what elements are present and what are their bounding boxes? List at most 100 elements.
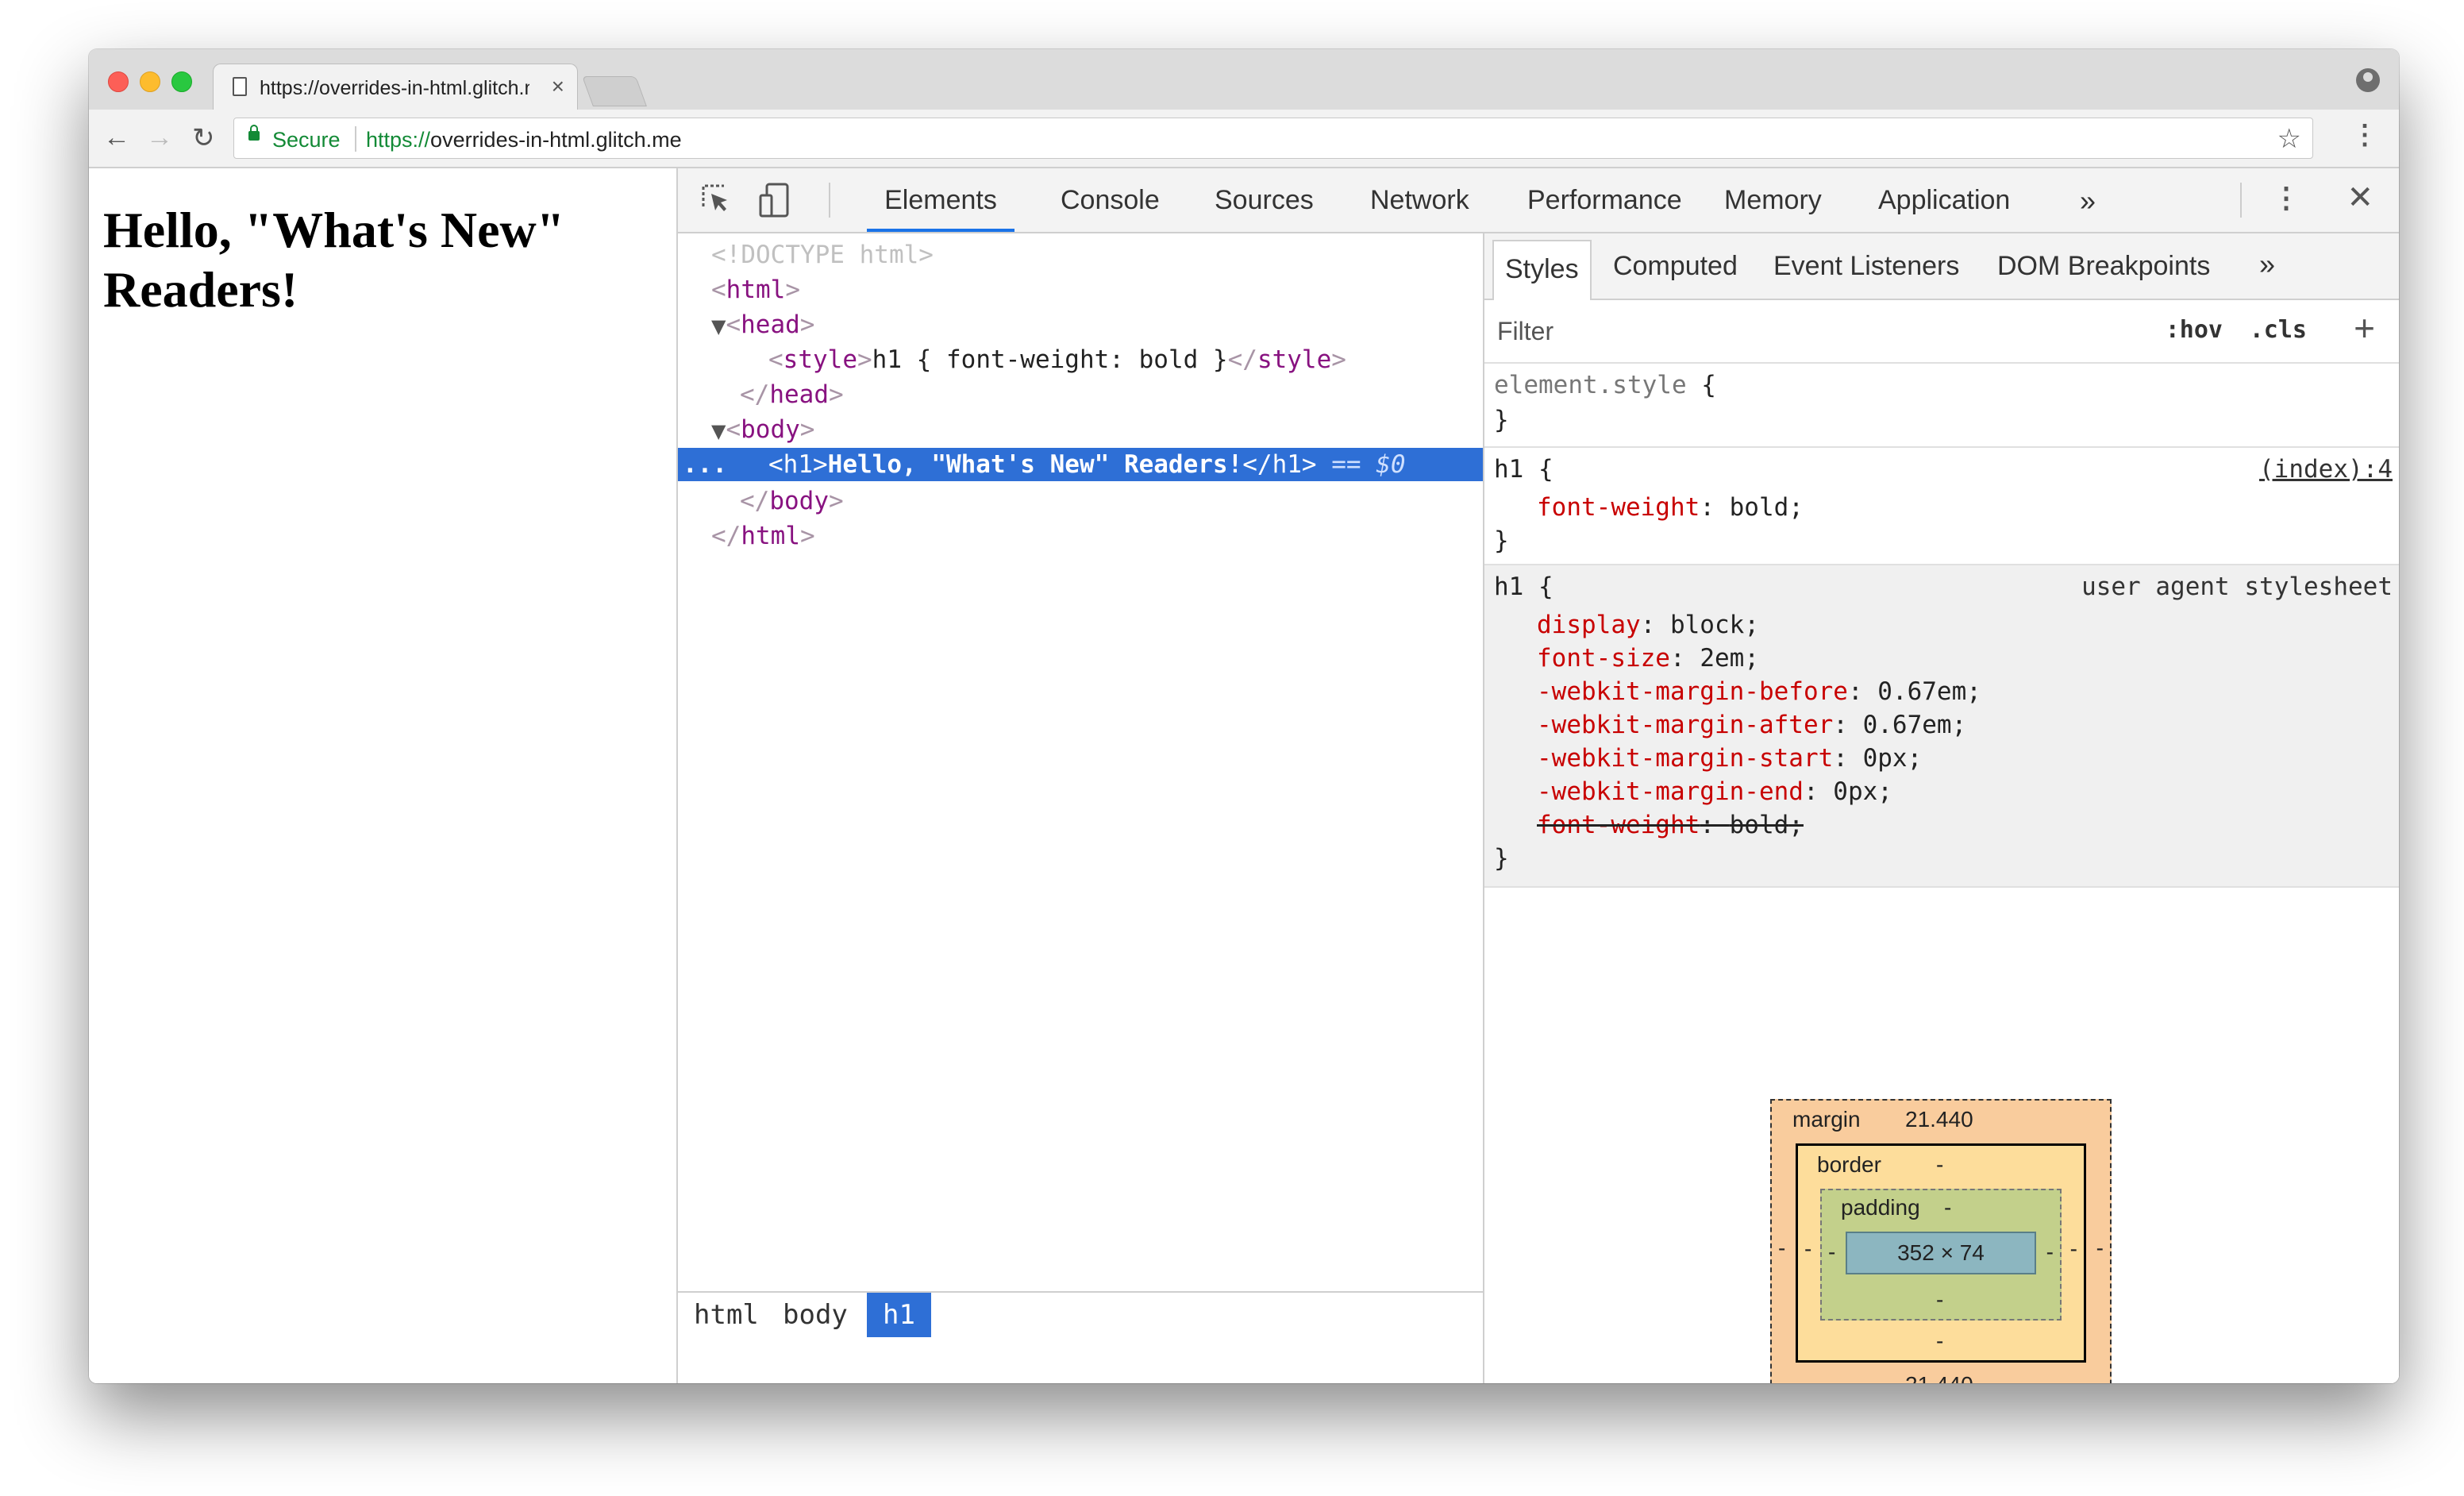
inspect-element-icon[interactable] <box>700 183 732 214</box>
box-model-margin-right[interactable]: - <box>2096 1236 2104 1261</box>
css-property-name: display <box>1537 611 1641 639</box>
new-rule-icon[interactable]: + <box>2354 307 2375 349</box>
new-tab-button[interactable] <box>582 76 647 106</box>
tab-strip: https://overrides-in-html.glitch.me × <box>89 49 2399 110</box>
node-actions-icon[interactable]: ... <box>683 448 727 481</box>
tab-network[interactable]: Network <box>1370 168 1469 232</box>
class-toggle[interactable]: .cls <box>2250 316 2307 344</box>
h1-user-agent-rule[interactable]: h1 { user agent stylesheet display: bloc… <box>1484 565 2399 888</box>
box-model-padding-right[interactable]: - <box>2046 1240 2054 1265</box>
browser-tab[interactable]: https://overrides-in-html.glitch.me × <box>213 64 578 110</box>
css-property-value: 0.67em <box>1862 711 1952 739</box>
css-property[interactable]: -webkit-margin-before: 0.67em; <box>1537 675 1981 708</box>
box-model-content[interactable]: 352 × 74 <box>1846 1232 2036 1274</box>
css-property-overridden[interactable]: font-weight: bold; <box>1537 808 1804 842</box>
rule-selector-line: h1 { <box>1494 573 1553 601</box>
tab-styles[interactable]: Styles <box>1492 240 1592 300</box>
close-window-button[interactable] <box>108 71 129 92</box>
box-model-padding-bottom[interactable]: - <box>1936 1287 1943 1313</box>
css-property-name: font-weight <box>1537 493 1700 522</box>
close-devtools-icon[interactable]: ✕ <box>2347 179 2374 216</box>
css-property[interactable]: -webkit-margin-after: 0.67em; <box>1537 708 1966 742</box>
css-property-value: 0px <box>1833 777 1878 806</box>
css-property-name: font-size <box>1537 644 1670 673</box>
devtools-panel: Elements Console Sources Network Perform… <box>678 168 2399 1383</box>
box-model-padding-label: padding <box>1841 1195 1920 1220</box>
maximize-window-button[interactable] <box>171 71 192 92</box>
devtools-menu-icon[interactable]: ⋮ <box>2272 181 2300 214</box>
box-model-margin[interactable]: margin 21.440 - - 21.440 border - - - - … <box>1770 1099 2112 1383</box>
tab-performance[interactable]: Performance <box>1527 168 1682 232</box>
tab-close-icon[interactable]: × <box>552 74 564 99</box>
element-style-rule[interactable]: element.style { } <box>1484 364 2399 448</box>
more-sidebar-tabs-icon[interactable]: » <box>2259 248 2275 281</box>
box-model-border-top[interactable]: - <box>1936 1152 1943 1178</box>
breadcrumb-body[interactable]: body <box>767 1293 864 1337</box>
rule-source-link[interactable]: (index):4 <box>2259 453 2393 486</box>
head-close-node[interactable]: </head> <box>678 378 1545 411</box>
head-node[interactable]: ▼<head> <box>678 308 1516 341</box>
head-tag: head <box>741 310 800 339</box>
reload-icon[interactable]: ↻ <box>192 122 215 154</box>
tab-application[interactable]: Application <box>1878 168 2010 232</box>
address-bar[interactable]: Secure https://overrides-in-html.glitch.… <box>233 118 2313 159</box>
box-model-padding-left[interactable]: - <box>1828 1240 1835 1265</box>
device-toolbar-icon[interactable] <box>759 183 791 218</box>
breadcrumb: html body h1 <box>678 1291 1483 1337</box>
rule-close-brace: } <box>1494 844 1509 873</box>
style-tag: style <box>783 345 857 374</box>
body-close-node[interactable]: </body> <box>678 484 1545 518</box>
css-property[interactable]: font-weight: bold; <box>1537 491 1804 524</box>
tab-console[interactable]: Console <box>1061 168 1160 232</box>
tab-dom-breakpoints[interactable]: DOM Breakpoints <box>1997 233 2210 299</box>
rule-selector: h1 <box>1494 455 1524 484</box>
minimize-window-button[interactable] <box>140 71 160 92</box>
box-model-margin-top[interactable]: 21.440 <box>1905 1107 1973 1132</box>
breadcrumb-html[interactable]: html <box>678 1293 775 1337</box>
browser-menu-icon[interactable]: ⋮ <box>2351 119 2378 151</box>
forward-arrow-icon[interactable]: → <box>146 122 173 153</box>
back-arrow-icon[interactable]: ← <box>103 122 130 153</box>
tab-memory[interactable]: Memory <box>1724 168 1822 232</box>
tab-elements[interactable]: Elements <box>867 168 1014 232</box>
expand-arrow-icon[interactable]: ▼ <box>711 420 726 442</box>
secure-label: Secure <box>272 128 341 152</box>
more-tabs-icon[interactable]: » <box>2080 184 2096 218</box>
css-property[interactable]: display: block; <box>1537 608 1759 642</box>
bookmark-star-icon[interactable]: ☆ <box>2277 123 2301 155</box>
html-close-node[interactable]: </html> <box>678 519 1516 553</box>
box-model-border-bottom[interactable]: - <box>1936 1328 1943 1354</box>
box-model-padding[interactable]: padding - - - - 352 × 74 <box>1820 1189 2062 1321</box>
tab-event-listeners[interactable]: Event Listeners <box>1773 233 1959 299</box>
hover-state-toggle[interactable]: :hov <box>2166 316 2223 344</box>
lock-icon <box>248 125 260 141</box>
profile-icon[interactable] <box>2356 68 2380 92</box>
body-tag: body <box>741 415 800 444</box>
style-node[interactable]: <style>h1 { font-weight: bold }</style> <box>678 343 1573 376</box>
css-property-value: bold <box>1729 493 1789 522</box>
html-node[interactable]: <html> <box>678 273 1516 307</box>
tab-sources[interactable]: Sources <box>1215 168 1314 232</box>
box-model-border[interactable]: border - - - - padding - - - - 352 × 74 <box>1796 1143 2086 1363</box>
box-model-padding-top[interactable]: - <box>1944 1195 1951 1220</box>
h1-author-rule[interactable]: h1 { (index):4 font-weight: bold; } <box>1484 448 2399 565</box>
box-model-margin-left[interactable]: - <box>1778 1236 1785 1261</box>
css-property[interactable]: -webkit-margin-start: 0px; <box>1537 742 1922 775</box>
h1-node-selected[interactable]: ... <h1>Hello, "What's New" Readers!</h1>… <box>678 448 1573 481</box>
css-property-value: 0.67em <box>1877 677 1967 706</box>
css-property[interactable]: -webkit-margin-end: 0px; <box>1537 775 1892 808</box>
url-text[interactable]: https://overrides-in-html.glitch.me <box>366 128 682 152</box>
box-model-border-right[interactable]: - <box>2070 1236 2077 1262</box>
rule-selector-line: h1 { <box>1494 455 1553 484</box>
box-model-margin-bottom[interactable]: 21.440 <box>1905 1372 1973 1383</box>
expand-arrow-icon[interactable]: ▼ <box>711 315 726 337</box>
body-node[interactable]: ▼<body> <box>678 413 1516 446</box>
style-text: h1 { font-weight: bold } <box>872 345 1228 374</box>
breadcrumb-h1[interactable]: h1 <box>867 1293 931 1337</box>
css-property[interactable]: font-size: 2em; <box>1537 642 1759 675</box>
box-model-border-left[interactable]: - <box>1804 1236 1811 1262</box>
tab-computed[interactable]: Computed <box>1613 233 1738 299</box>
css-property-name: font-weight <box>1537 811 1700 839</box>
doctype-node[interactable]: <!DOCTYPE html> <box>678 238 1516 272</box>
styles-filter-input[interactable] <box>1496 316 2054 347</box>
